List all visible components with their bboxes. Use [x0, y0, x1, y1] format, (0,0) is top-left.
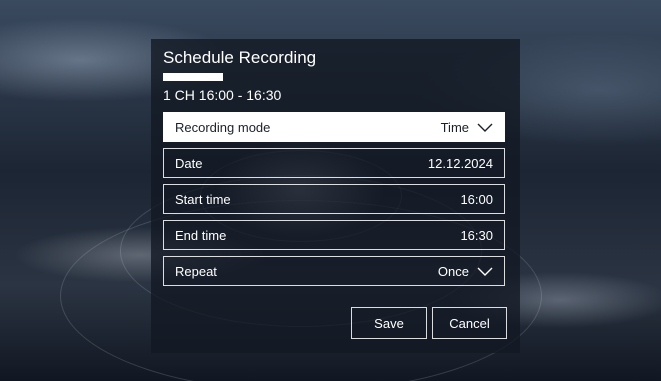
start-time-label: Start time: [175, 192, 231, 207]
repeat-selector[interactable]: Repeat Once: [163, 256, 505, 286]
cancel-button[interactable]: Cancel: [432, 307, 507, 339]
end-time-value: 16:30: [460, 228, 493, 243]
recording-mode-value: Time: [440, 120, 469, 135]
date-value: 12.12.2024: [427, 156, 493, 171]
tv-screen: Schedule Recording 1 CH 16:00 - 16:30 Re…: [0, 0, 661, 381]
dialog-title: Schedule Recording: [163, 48, 317, 67]
schedule-recording-dialog: Schedule Recording 1 CH 16:00 - 16:30 Re…: [151, 39, 520, 353]
start-time-value: 16:00: [460, 192, 493, 207]
repeat-value: Once: [437, 264, 469, 279]
end-time-label: End time: [175, 228, 227, 243]
date-label: Date: [175, 156, 203, 171]
title-underline: [163, 73, 223, 81]
date-field[interactable]: Date 12.12.2024: [163, 148, 505, 178]
end-time-field[interactable]: End time 16:30: [163, 220, 505, 250]
recording-mode-label: Recording mode: [175, 120, 271, 135]
start-time-field[interactable]: Start time 16:00: [163, 184, 505, 214]
save-button[interactable]: Save: [351, 307, 427, 339]
recording-mode-selector[interactable]: Recording mode Time: [163, 112, 505, 142]
chevron-down-icon: [477, 267, 493, 276]
chevron-down-icon: [477, 123, 493, 132]
repeat-label: Repeat: [175, 264, 217, 279]
channel-time-summary: 1 CH 16:00 - 16:30: [163, 87, 282, 103]
